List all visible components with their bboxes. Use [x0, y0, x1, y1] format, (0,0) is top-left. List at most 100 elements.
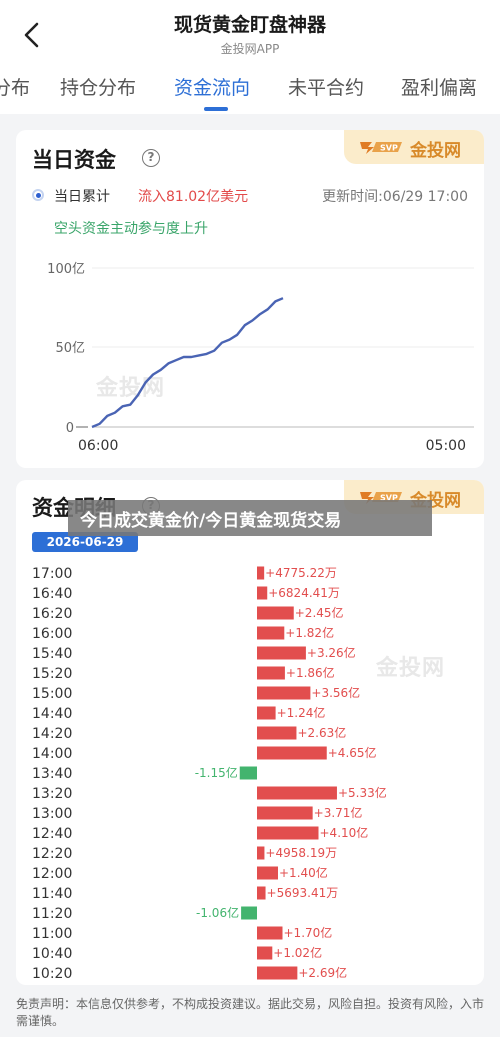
- bar-row: 17:00 +4775.22万: [32, 566, 337, 582]
- inflow-bar: [257, 966, 298, 980]
- bar-value-label: +1.86亿: [286, 665, 335, 680]
- tab-profit-deviation[interactable]: 盈利偏离: [401, 73, 477, 100]
- tab-open-interest[interactable]: 未平合约: [288, 73, 364, 100]
- bar-value-label: +3.26亿: [307, 645, 356, 660]
- bar-row: 13:00 +3.71亿: [32, 805, 362, 822]
- x-tick-label: 05:00: [426, 438, 466, 454]
- time-label: 16:20: [32, 606, 72, 622]
- time-label: 16:40: [32, 586, 72, 602]
- overlay-text: 今日成交黄金价/今日黄金现货交易: [80, 511, 342, 531]
- bar-value-label: +1.70亿: [284, 925, 333, 940]
- inflow-bar: [257, 746, 327, 760]
- bar-row: 13:40 -1.15亿: [32, 765, 257, 782]
- inflow-bar: [257, 786, 337, 800]
- bar-value-label: +1.40亿: [279, 865, 328, 880]
- bar-row: 13:20 +5.33亿: [32, 785, 387, 802]
- tab-position-distribution[interactable]: 持仓分布: [60, 73, 136, 100]
- fund-detail-bar-chart: 17:00 +4775.22万16:40 +6824.41万16:20 +2.45亿1…: [32, 566, 387, 982]
- bar-row: 14:00 +4.65亿: [32, 745, 377, 762]
- time-label: 14:00: [32, 746, 72, 762]
- inflow-bar: [257, 886, 266, 900]
- page-subtitle: 金投网APP: [220, 42, 280, 56]
- outflow-bar: [241, 906, 257, 920]
- outflow-bar: [239, 766, 257, 780]
- fund-detail-card: 资金明细 ? SVP 金投网 2026-06-29 金投网 17:00+4775…: [16, 480, 484, 985]
- time-label: 11:20: [32, 906, 72, 922]
- bar-row: 12:20 +4958.19万: [32, 846, 337, 862]
- inflow-bar: [257, 686, 311, 700]
- time-label: 14:40: [32, 706, 72, 722]
- bar-value-label: +4.65亿: [328, 745, 377, 760]
- daily-fund-card: 当日资金 ? SVP 金投网 当日累计 流入81.02亿美元 更新时间:06/2…: [16, 130, 484, 468]
- inflow-bar: [257, 566, 265, 580]
- tab-bar: 分布 持仓分布 资金流向 未平合约 盈利偏离: [0, 62, 500, 114]
- bar-row: 15:00 +3.56亿: [32, 685, 360, 702]
- bar-row: 11:40 +5693.41万: [32, 886, 338, 902]
- inflow-bar: [257, 726, 297, 740]
- inflow-bar: [257, 646, 306, 660]
- y-tick-label: 0: [66, 421, 74, 436]
- tab-distribution[interactable]: 分布: [0, 73, 30, 100]
- active-tab-indicator: [204, 107, 228, 111]
- bar-row: 16:40 +6824.41万: [32, 586, 340, 602]
- disclaimer: 免责声明：本信息仅供参考，不构成投资建议。据此交易，风险自担。投资有风险，入市需…: [0, 990, 500, 1037]
- y-tick-label: 100亿: [47, 262, 85, 277]
- bar-row: 14:20 +2.63亿: [32, 725, 346, 742]
- tab-fund-flow[interactable]: 资金流向: [174, 73, 250, 100]
- bar-value-label: +5.33亿: [338, 785, 387, 800]
- cumulative-flow-line: [91, 297, 284, 429]
- inflow-bar: [257, 926, 283, 940]
- bar-value-label: +4775.22万: [265, 566, 337, 580]
- bar-value-label: +1.02亿: [273, 945, 322, 960]
- bar-value-label: +5693.41万: [267, 886, 339, 900]
- time-label: 10:40: [32, 946, 72, 962]
- bar-value-label: +4958.19万: [265, 846, 337, 860]
- time-label: 12:20: [32, 846, 72, 862]
- app-header: 现货黄金盯盘神器 金投网APP: [0, 0, 500, 62]
- time-label: 13:20: [32, 786, 72, 802]
- bar-row: 11:20 -1.06亿: [32, 905, 257, 922]
- inflow-bar: [257, 866, 278, 880]
- time-label: 13:40: [32, 766, 72, 782]
- time-label: 15:00: [32, 686, 72, 702]
- time-label: 12:40: [32, 826, 72, 842]
- inflow-bar: [257, 806, 313, 820]
- time-label: 11:40: [32, 886, 72, 902]
- x-tick-label: 06:00: [78, 438, 118, 454]
- inflow-bar: [257, 946, 273, 960]
- bar-row: 10:20 +2.69亿: [32, 965, 347, 982]
- inflow-bar: [257, 586, 268, 600]
- bar-value-label: +2.63亿: [297, 725, 346, 740]
- bar-value-label: +2.69亿: [298, 965, 347, 980]
- bar-value-label: +1.24亿: [277, 705, 326, 720]
- bar-value-label: +3.56亿: [311, 685, 360, 700]
- time-label: 14:20: [32, 726, 72, 742]
- bar-row: 10:40 +1.02亿: [32, 945, 322, 962]
- bar-value-label: +4.10亿: [320, 825, 369, 840]
- bar-row: 15:20 +1.86亿: [32, 665, 335, 682]
- bar-value-label: +2.45亿: [295, 605, 344, 620]
- bar-row: 12:40 +4.10亿: [32, 825, 368, 842]
- bar-row: 15:40 +3.26亿: [32, 645, 356, 662]
- bar-value-label: +3.71亿: [314, 805, 363, 820]
- inflow-bar: [257, 706, 276, 720]
- cumulative-flow-chart: 100亿 50亿 0 06:00 05:00: [47, 262, 474, 454]
- time-label: 11:00: [32, 926, 72, 942]
- bar-value-label: +1.82亿: [285, 625, 334, 640]
- time-label: 12:00: [32, 866, 72, 882]
- page-title: 现货黄金盯盘神器: [173, 14, 326, 36]
- inflow-bar: [257, 826, 319, 840]
- bar-value-label: -1.06亿: [196, 905, 239, 920]
- time-label: 17:00: [32, 566, 72, 582]
- inflow-bar: [257, 606, 294, 620]
- bar-value-label: -1.15亿: [195, 765, 238, 780]
- inflow-bar: [257, 846, 265, 860]
- time-label: 15:40: [32, 646, 72, 662]
- inflow-bar: [257, 626, 285, 640]
- bar-value-label: +6824.41万: [268, 586, 340, 600]
- bar-row: 11:00 +1.70亿: [32, 925, 332, 942]
- time-label: 13:00: [32, 806, 72, 822]
- bar-row: 12:00 +1.40亿: [32, 865, 328, 882]
- bar-row: 16:00 +1.82亿: [32, 625, 334, 642]
- bar-row: 16:20 +2.45亿: [32, 605, 344, 622]
